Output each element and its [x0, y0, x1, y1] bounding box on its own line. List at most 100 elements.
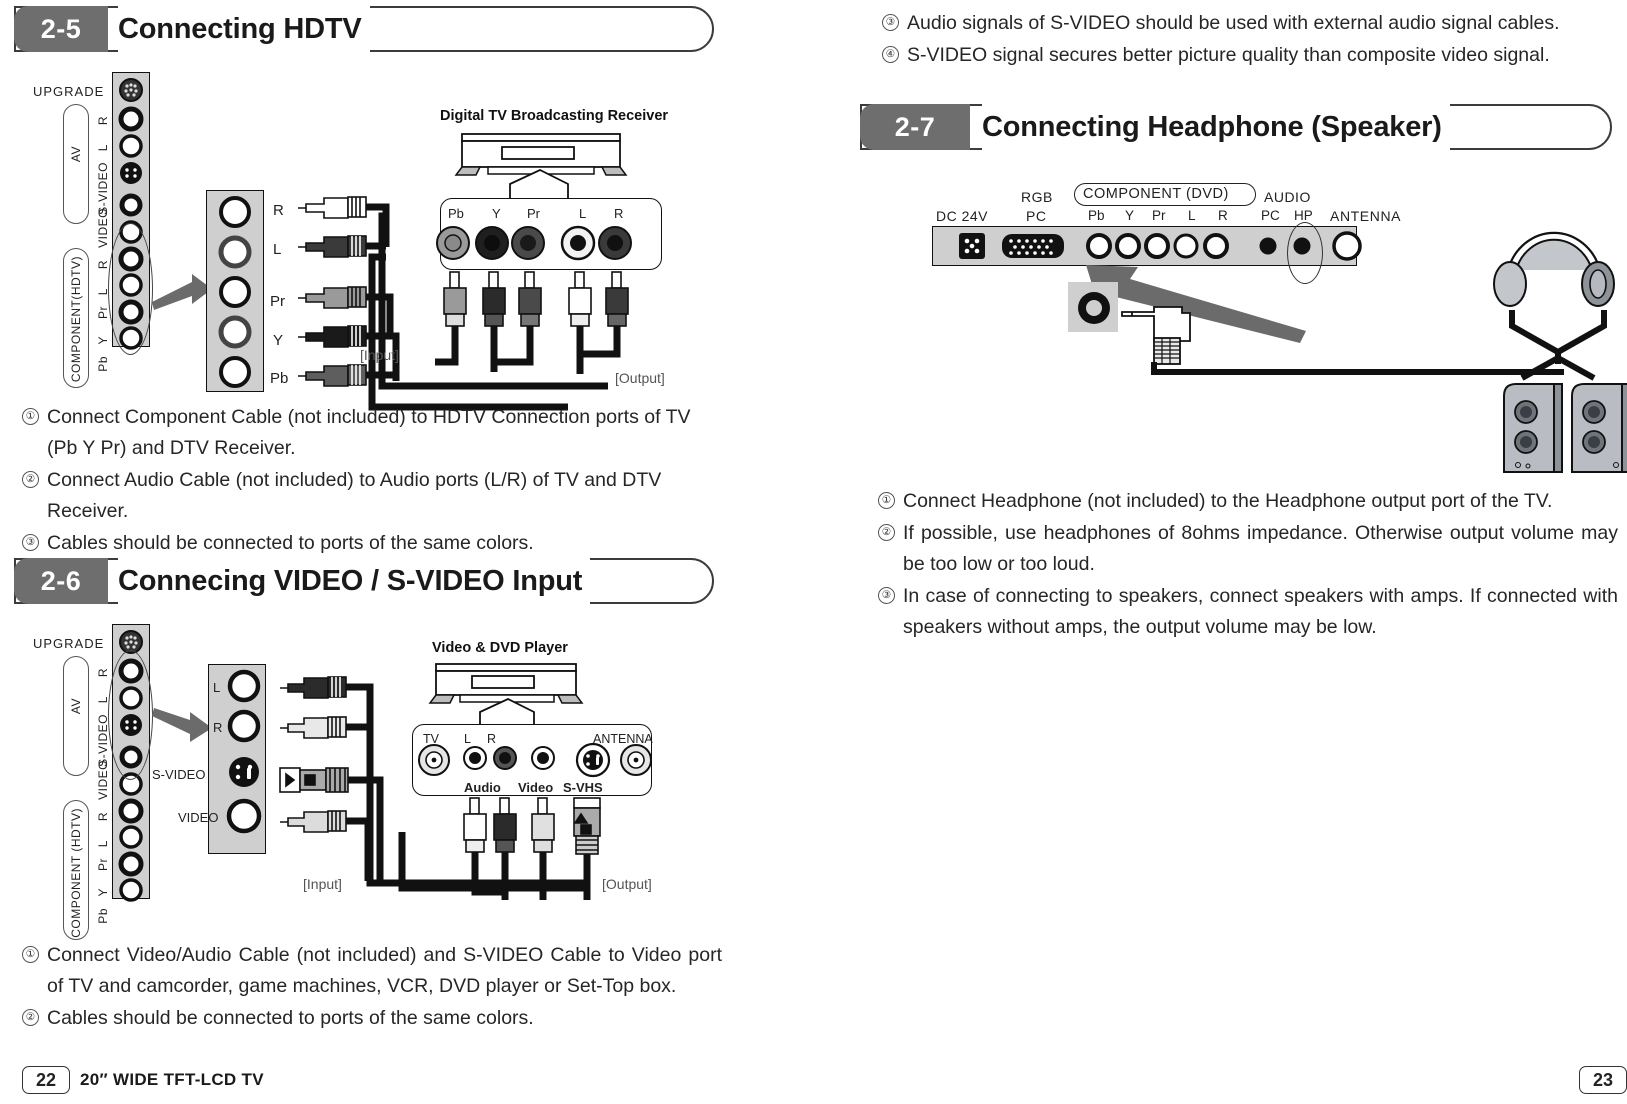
- label-av-group: AV: [69, 146, 83, 163]
- label-component-group: COMPONENT(HDTV): [69, 256, 83, 383]
- footer-model-text: 20″ WIDE TFT-LCD TV: [80, 1070, 264, 1089]
- rear-label-component-dvd: COMPONENT (DVD): [1083, 186, 1229, 202]
- label-av-group-2: AV: [69, 698, 83, 715]
- section-header-2-7: 2-7 Connecting Headphone (Speaker): [860, 104, 1612, 150]
- speakers-illustration: [1503, 383, 1627, 473]
- highlight-oval-component: [108, 223, 153, 355]
- rear-label-y: Y: [1125, 208, 1135, 223]
- label-jack-video: VIDEO: [96, 208, 110, 248]
- rear-label-l: L: [1188, 208, 1196, 223]
- marker-circle: ①: [22, 946, 39, 963]
- section-number-2-5: 2-5: [14, 6, 108, 52]
- instructions-carryover: ③ Audio signals of S-VIDEO should be use…: [882, 8, 1612, 72]
- input-label-hdtv: [Input]: [360, 347, 399, 363]
- instruction-item: ④ S-VIDEO signal secures better picture …: [882, 40, 1612, 71]
- section-title-2-6: Connecing VIDEO / S-VIDEO Input: [118, 558, 591, 604]
- headphones-illustration: [1493, 231, 1615, 307]
- rear-label-pb: Pb: [1088, 208, 1105, 223]
- instruction-text: In case of connecting to speakers, conne…: [903, 585, 1618, 638]
- receiver-port-jacks: [436, 225, 632, 261]
- headphone-y-split: [1509, 310, 1607, 381]
- instruction-text: Connect Headphone (not included) to the …: [903, 490, 1553, 512]
- marker-circle: ②: [22, 1009, 39, 1026]
- instruction-item: ② Cables should be connected to ports of…: [22, 1003, 722, 1034]
- label-upgrade-2: UPGRADE: [33, 636, 105, 651]
- instruction-item: ② Connect Audio Cable (not included) to …: [22, 465, 722, 527]
- label-jack-r1-2: R: [96, 667, 110, 677]
- dvd-plugs: [463, 797, 601, 900]
- marker-circle: ①: [22, 408, 39, 425]
- zoom-arrow-icon: [152, 274, 212, 310]
- diagram-hdtv: UPGRADE AV COMPONENT(HDTV) R L S-VIDEO V…: [0, 60, 760, 411]
- label-jack-pr: Pr: [96, 306, 110, 319]
- rear-label-pc: PC: [1026, 208, 1047, 224]
- section-number-2-6: 2-6: [14, 558, 108, 604]
- plug-label-pb: Pb: [270, 370, 289, 387]
- rear-label-r: R: [1218, 208, 1228, 223]
- instruction-item: ① Connect Video/Audio Cable (not include…: [22, 940, 722, 1002]
- instruction-item: ① Connect Headphone (not included) to th…: [878, 486, 1618, 517]
- section-header-2-6: 2-6 Connecing VIDEO / S-VIDEO Input: [14, 558, 714, 604]
- device-label-dtv-receiver: Digital TV Broadcasting Receiver: [440, 108, 669, 124]
- rear-label-audio-hp: HP: [1294, 208, 1313, 223]
- receiver-plugs: [435, 271, 629, 374]
- instruction-text: Connect Audio Cable (not included) to Au…: [47, 469, 662, 522]
- label-jack-pb: Pb: [96, 356, 110, 372]
- headphone-plug: [1121, 306, 1191, 365]
- rear-label-audio-pc: PC: [1261, 208, 1280, 223]
- dvd-port-jacks: [418, 742, 652, 778]
- video-detail-jacks: [226, 669, 262, 834]
- label-jack-l1: L: [96, 143, 110, 151]
- instructions-2-6: ① Connect Video/Audio Cable (not include…: [22, 940, 722, 1035]
- instruction-text: S-VIDEO signal secures better picture qu…: [907, 44, 1550, 66]
- label-upgrade: UPGRADE: [33, 84, 105, 99]
- instructions-2-7: ① Connect Headphone (not included) to th…: [878, 486, 1618, 644]
- instruction-text: Connect Video/Audio Cable (not included)…: [47, 944, 722, 997]
- marker-circle: ①: [878, 492, 895, 509]
- instruction-text: Cables should be connected to ports of t…: [47, 1007, 534, 1029]
- marker-circle: ③: [878, 587, 895, 604]
- label-jack-pr-2: Pr: [96, 858, 110, 871]
- footer-right: 23: [1579, 1066, 1627, 1094]
- instruction-text: Connect Component Cable (not included) t…: [47, 406, 691, 459]
- label-jack-r2-2: R: [96, 811, 110, 821]
- dvd-sublabel-svhs: S-VHS: [563, 780, 603, 795]
- instruction-item: ③ Cables should be connected to ports of…: [22, 528, 722, 559]
- rear-label-pr: Pr: [1152, 208, 1166, 223]
- rear-label-audio: AUDIO: [1264, 189, 1311, 205]
- footer-left: 22 20″ WIDE TFT-LCD TV: [22, 1066, 264, 1094]
- receiver-port-label-r: R: [614, 206, 624, 221]
- section-title-2-7: Connecting Headphone (Speaker): [982, 104, 1450, 150]
- instructions-2-5: ① Connect Component Cable (not included)…: [22, 402, 722, 560]
- instruction-item: ③ In case of connecting to speakers, con…: [878, 581, 1618, 643]
- instruction-text: Cables should be connected to ports of t…: [47, 532, 534, 554]
- left-page: 2-5 Connecting HDTV UPGRADE AV COMPONENT…: [0, 0, 790, 1104]
- marker-circle: ②: [878, 524, 895, 541]
- label-jack-r1: R: [96, 115, 110, 125]
- page-number-right: 23: [1579, 1066, 1627, 1094]
- hdtv-detail-jacks: [218, 196, 252, 388]
- right-page: ③ Audio signals of S-VIDEO should be use…: [800, 0, 1627, 1104]
- marker-circle: ④: [882, 46, 899, 63]
- marker-circle: ③: [882, 14, 899, 31]
- input-label-video: [Input]: [303, 876, 342, 892]
- device-label-dvd-player: Video & DVD Player: [432, 640, 568, 656]
- instruction-item: ② If possible, use headphones of 8ohms i…: [878, 518, 1618, 580]
- instruction-item: ① Connect Component Cable (not included)…: [22, 402, 722, 464]
- label-jack-video-2: VIDEO: [96, 760, 110, 800]
- receiver-port-label-pr: Pr: [527, 206, 540, 221]
- label-jack-pb-2: Pb: [96, 908, 110, 924]
- instruction-text: Audio signals of S-VIDEO should be used …: [907, 12, 1560, 34]
- headphone-socket-icon: [1078, 292, 1110, 324]
- marker-circle: ②: [22, 471, 39, 488]
- zoom-arrow-icon-2: [152, 708, 212, 742]
- page-number-left: 22: [22, 1066, 70, 1094]
- section-header-2-5: 2-5 Connecting HDTV: [14, 6, 714, 52]
- receiver-port-label-pb: Pb: [448, 206, 464, 221]
- rear-label-antenna: ANTENNA: [1330, 208, 1402, 224]
- plug-label-l: L: [273, 241, 282, 258]
- plug-label-y: Y: [273, 332, 284, 349]
- receiver-port-label-y: Y: [492, 206, 501, 221]
- manual-page-spread: 2-5 Connecting HDTV UPGRADE AV COMPONENT…: [0, 0, 1627, 1104]
- label-jack-y-2: Y: [96, 888, 110, 897]
